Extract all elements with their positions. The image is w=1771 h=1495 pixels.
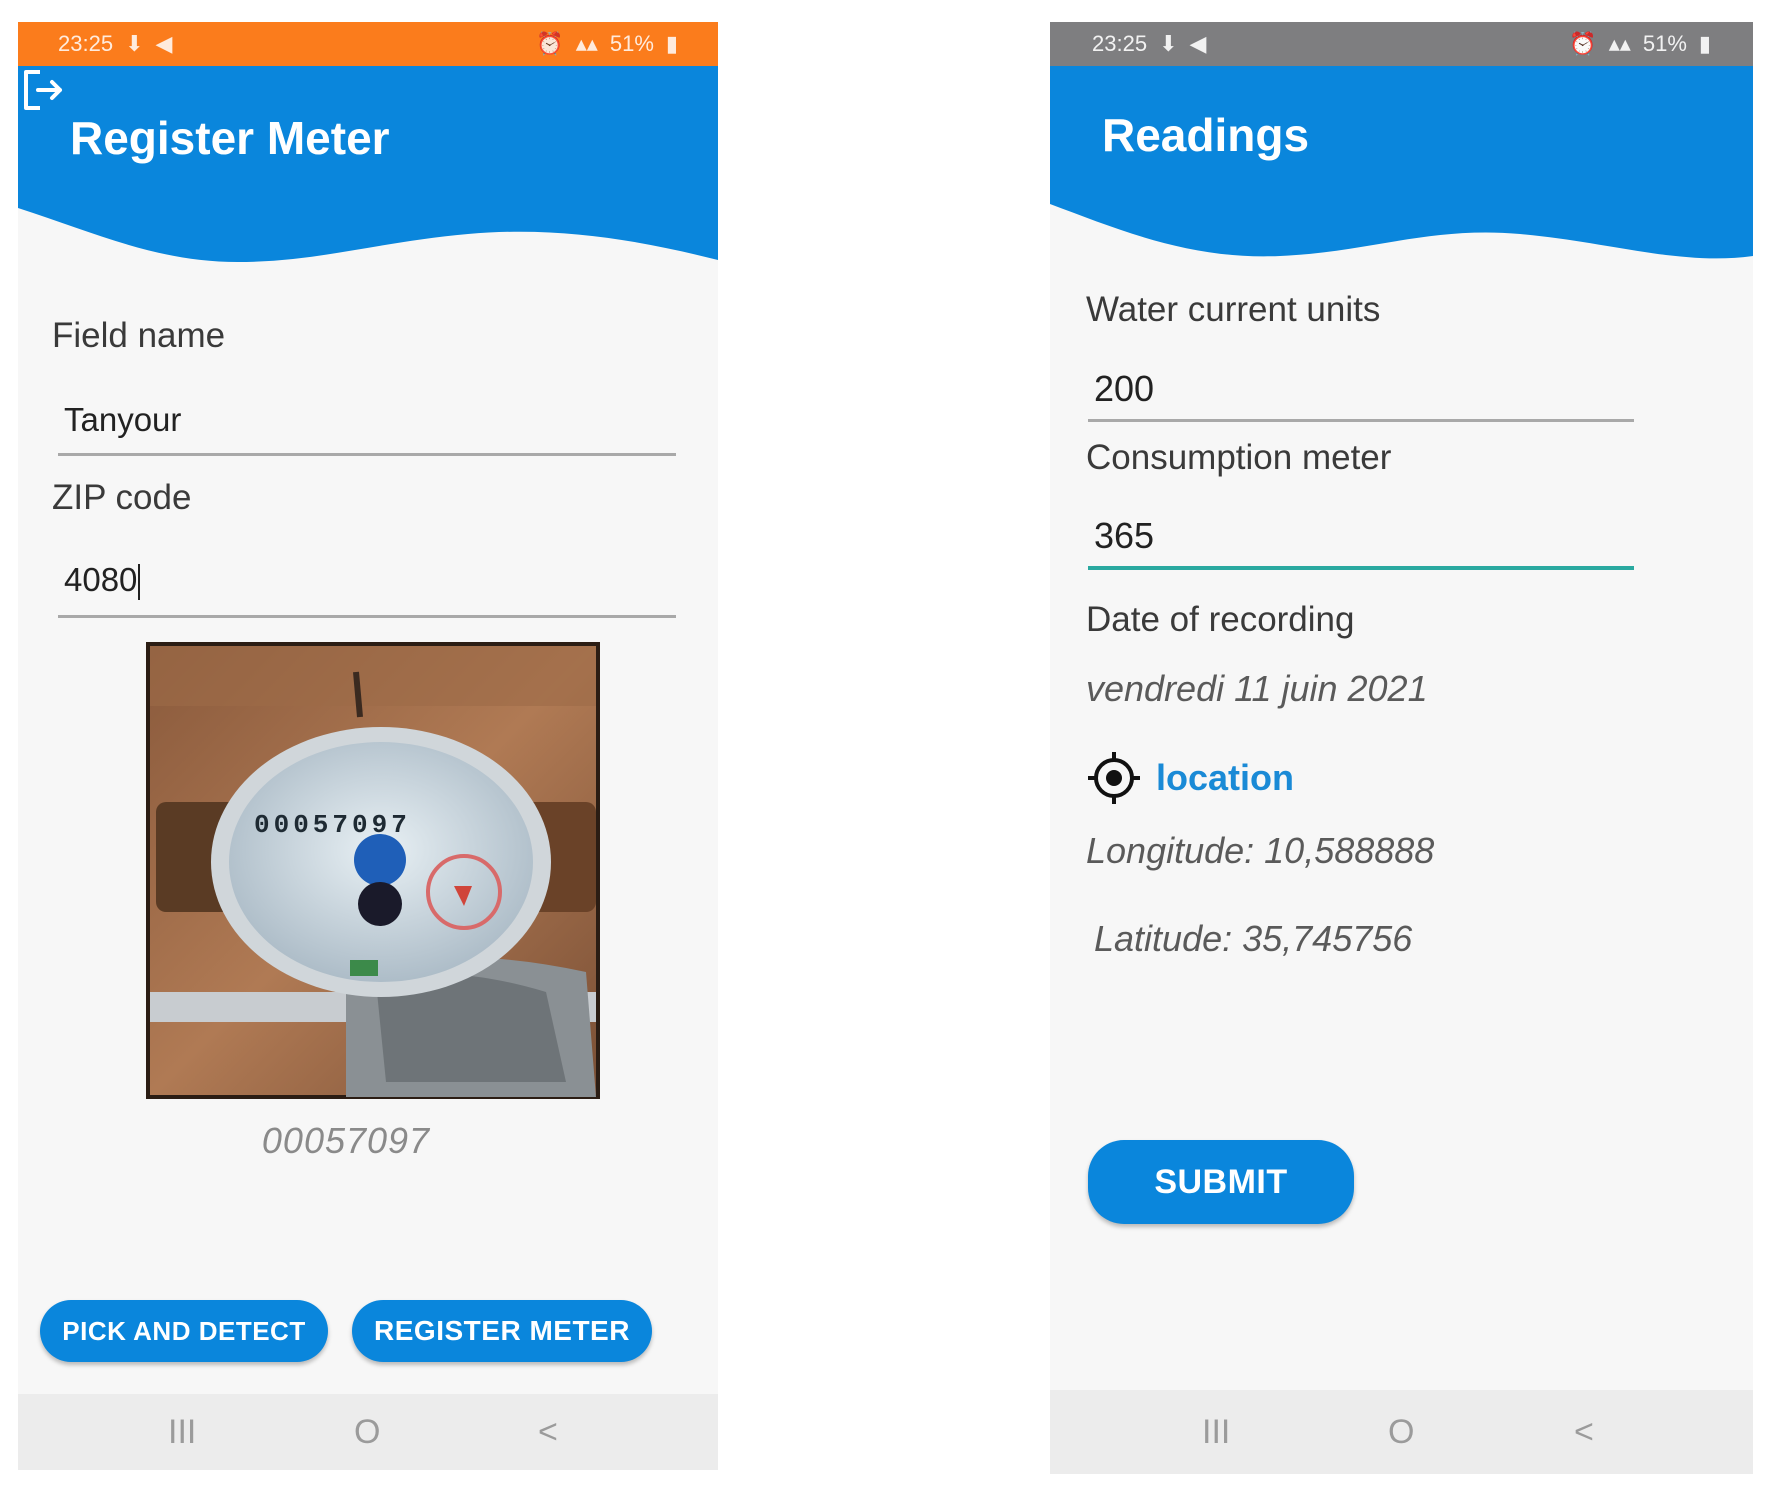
- status-time: 23:25: [58, 31, 114, 56]
- header-wave: [18, 66, 718, 262]
- navigation-bar: III O <: [1050, 1390, 1753, 1474]
- navigation-bar: III O <: [18, 1394, 718, 1470]
- water-current-units-value: 200: [1094, 368, 1155, 409]
- consumption-meter-label: Consumption meter: [1086, 438, 1392, 477]
- navigation-icon: ◀: [155, 31, 173, 56]
- recent-apps-button[interactable]: III: [168, 1413, 196, 1452]
- consumption-meter-value: 365: [1094, 515, 1155, 556]
- header-wave: [1050, 66, 1753, 259]
- recent-apps-button[interactable]: III: [1202, 1413, 1230, 1452]
- status-time: 23:25: [1092, 31, 1148, 56]
- signal-icon: ▴▴: [1608, 31, 1631, 56]
- location-target-icon: [1088, 752, 1140, 804]
- battery-icon: ▮: [1698, 31, 1711, 56]
- status-bar: 23:25 ⬇ ◀ ⏰ ▴▴ 51% ▮: [1050, 22, 1753, 66]
- navigation-icon: ◀: [1189, 31, 1207, 56]
- submit-button[interactable]: SUBMIT: [1088, 1140, 1354, 1224]
- page-title: Register Meter: [70, 112, 390, 164]
- detected-reading: 00057097: [261, 1120, 431, 1161]
- zip-code-value: 4080: [64, 561, 138, 598]
- meter-photo: 00057097: [146, 642, 600, 1099]
- date-of-recording-value[interactable]: vendredi 11 juin 2021: [1086, 668, 1428, 710]
- text-cursor: [138, 564, 141, 601]
- alarm-icon: ⏰: [536, 31, 564, 56]
- status-bar: 23:25 ⬇ ◀ ⏰ ▴▴ 51% ▮: [18, 22, 718, 66]
- location-label: location: [1156, 757, 1295, 798]
- register-meter-screen: 23:25 ⬇ ◀ ⏰ ▴▴ 51% ▮ Register Meter Fiel…: [18, 22, 718, 1470]
- readings-screen: 23:25 ⬇ ◀ ⏰ ▴▴ 51% ▮ Readings Water curr…: [1050, 22, 1753, 1474]
- back-button[interactable]: <: [538, 1413, 558, 1452]
- back-button[interactable]: <: [1574, 1413, 1594, 1452]
- water-current-units-label: Water current units: [1086, 290, 1381, 329]
- register-meter-button[interactable]: REGISTER METER: [352, 1300, 652, 1362]
- app-header: Readings: [1050, 66, 1753, 266]
- zip-code-input[interactable]: 4080: [58, 548, 676, 618]
- download-icon: ⬇: [125, 31, 144, 56]
- consumption-meter-input[interactable]: 365: [1088, 508, 1634, 570]
- water-current-units-input[interactable]: 200: [1088, 362, 1634, 422]
- logout-icon[interactable]: [18, 66, 66, 114]
- alarm-icon: ⏰: [1569, 31, 1597, 56]
- battery-level: 51%: [1642, 31, 1687, 56]
- battery-level: 51%: [609, 31, 654, 56]
- zip-code-label: ZIP code: [52, 478, 192, 517]
- home-button[interactable]: O: [354, 1413, 380, 1452]
- signal-icon: ▴▴: [575, 31, 598, 56]
- home-button[interactable]: O: [1388, 1413, 1414, 1452]
- date-of-recording-label: Date of recording: [1086, 600, 1355, 639]
- longitude-value: Longitude: 10,588888: [1086, 830, 1435, 871]
- field-name-input[interactable]: Tanyour: [58, 390, 676, 456]
- app-header: Register Meter: [18, 66, 718, 266]
- pick-and-detect-button[interactable]: PICK AND DETECT: [40, 1300, 328, 1362]
- page-title: Readings: [1102, 109, 1310, 161]
- download-icon: ⬇: [1159, 31, 1178, 56]
- latitude-value: Latitude: 35,745756: [1094, 918, 1413, 959]
- field-name-label: Field name: [52, 316, 226, 355]
- battery-icon: ▮: [665, 31, 678, 56]
- location-button[interactable]: location: [1086, 750, 1294, 806]
- field-name-value: Tanyour: [64, 401, 182, 438]
